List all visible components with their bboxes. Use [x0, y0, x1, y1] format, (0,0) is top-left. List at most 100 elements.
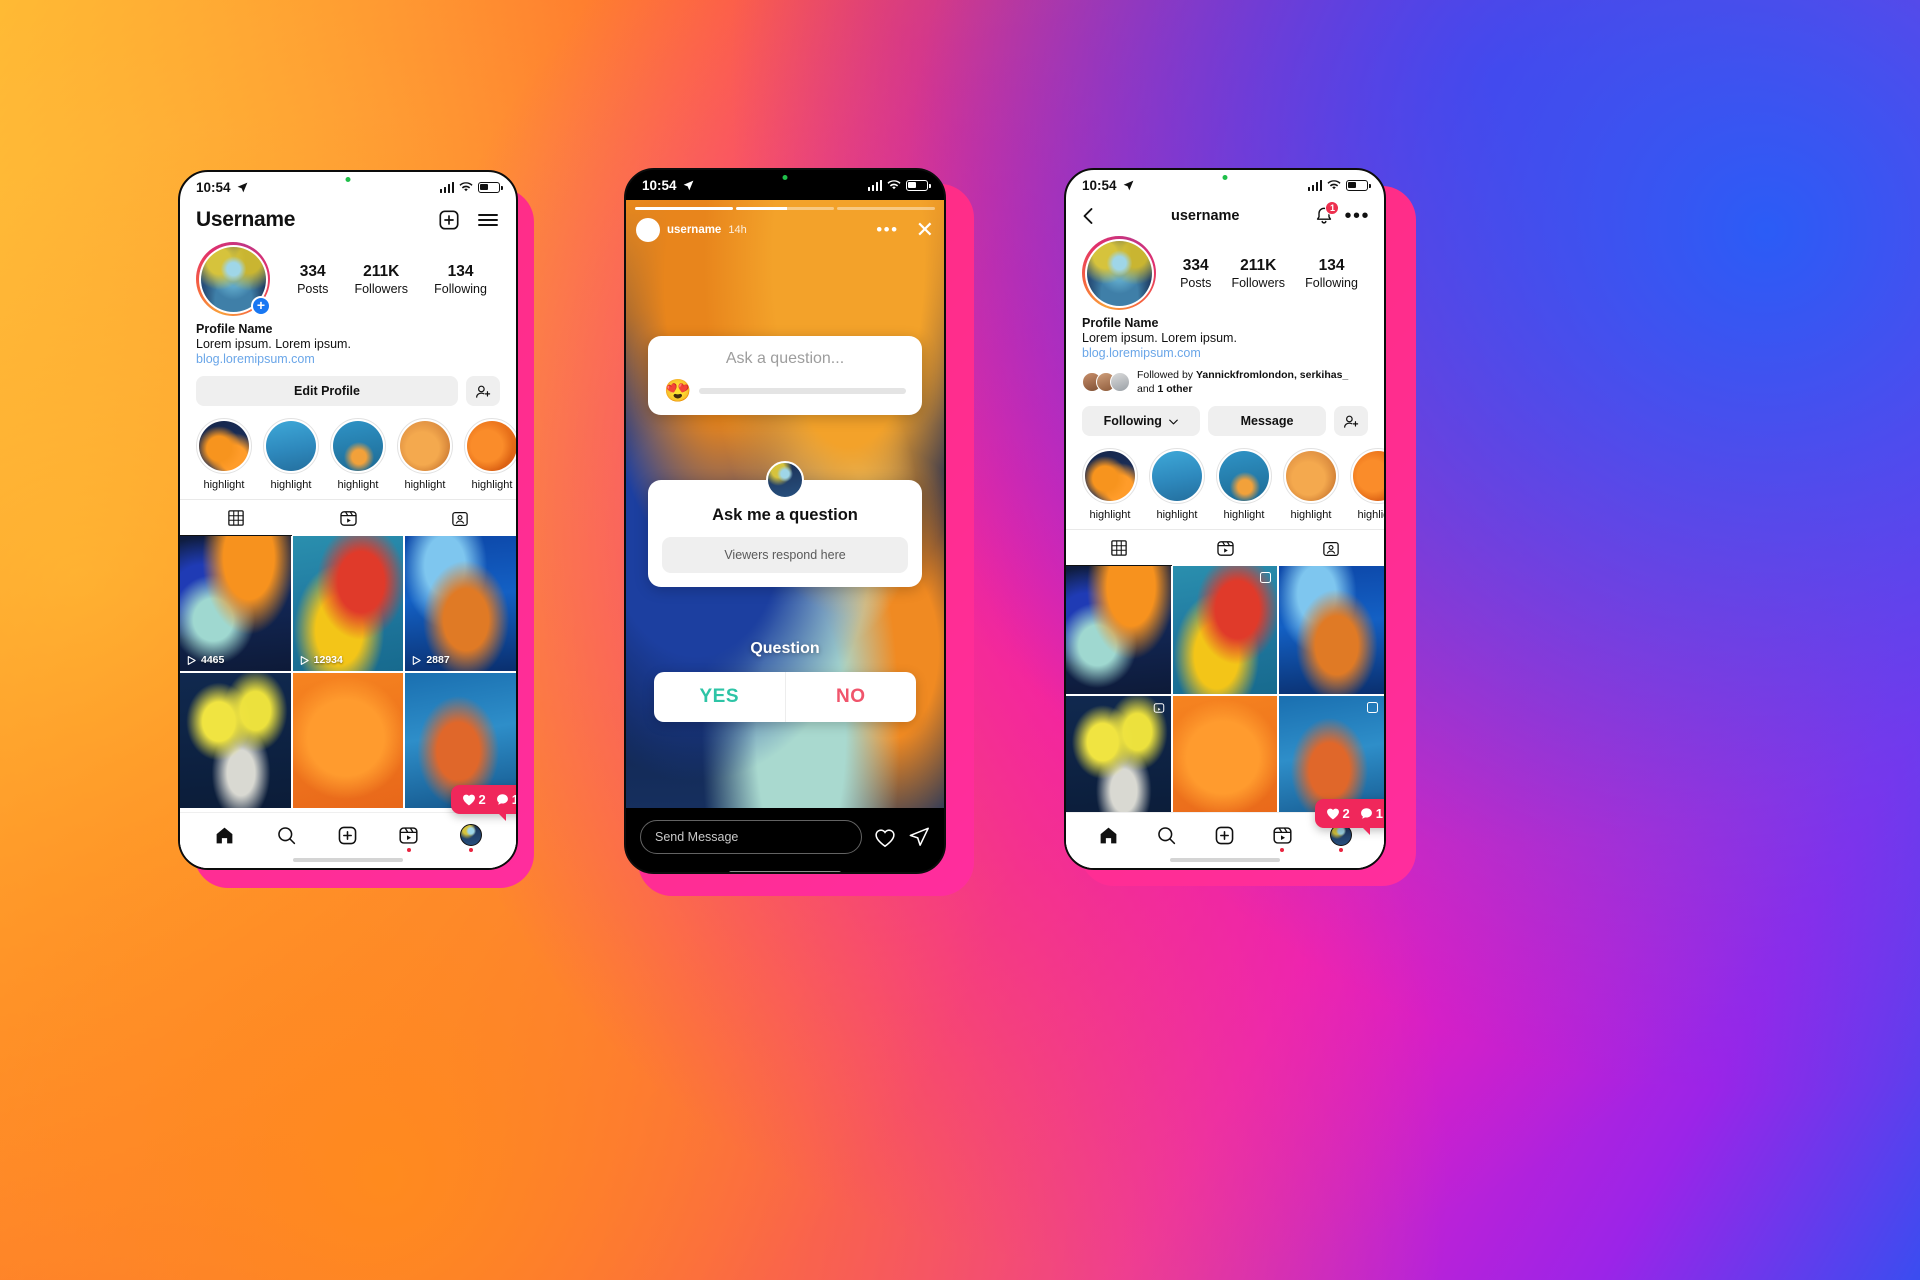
nav-search[interactable]	[1156, 825, 1177, 846]
camera-dot-icon	[782, 175, 788, 180]
story-username[interactable]: username	[667, 224, 721, 236]
grid-post[interactable]: 4465	[180, 536, 291, 671]
poll-option-no[interactable]: NO	[786, 672, 917, 722]
tab-tagged[interactable]	[1278, 530, 1384, 566]
highlight-item[interactable]: highlight	[263, 418, 319, 491]
highlight-item[interactable]: highlight	[464, 418, 516, 491]
more-options-icon[interactable]: •••	[1344, 206, 1370, 226]
location-arrow-icon	[683, 180, 693, 190]
stat-following[interactable]: 134 Following	[1305, 257, 1358, 290]
highlight-cover	[1219, 451, 1269, 502]
stat-followers[interactable]: 211K Followers	[354, 263, 408, 296]
slider-emoji-icon[interactable]: 😍	[664, 380, 691, 402]
stat-posts[interactable]: 334 Posts	[1180, 257, 1211, 290]
notification-dot	[1338, 848, 1343, 852]
notifications-button[interactable]: 1	[1314, 201, 1340, 226]
followed-by-names: Yannickfromlondon, serkihas_	[1195, 369, 1349, 381]
stat-posts[interactable]: 334 Posts	[297, 263, 328, 296]
tab-tagged[interactable]	[404, 500, 516, 536]
stat-followers[interactable]: 211K Followers	[1231, 257, 1285, 290]
send-message-input[interactable]: Send Message	[640, 820, 862, 854]
nav-home[interactable]	[1098, 825, 1119, 846]
poll-sticker: Question YES NO	[654, 640, 916, 722]
tab-reels[interactable]	[1172, 530, 1278, 566]
grid-post[interactable]: 2887	[405, 536, 516, 671]
question-sticker[interactable]: Ask me a question Viewers respond here	[648, 461, 922, 587]
nav-home[interactable]	[214, 825, 235, 846]
followed-by-count: 1 other	[1157, 383, 1193, 396]
message-button[interactable]: Message	[1208, 406, 1326, 437]
carousel-icon	[1366, 702, 1378, 714]
grid-post[interactable]	[1172, 566, 1278, 695]
nav-create[interactable]	[1214, 825, 1235, 846]
stat-value: 334	[299, 262, 326, 280]
grid-post[interactable]	[1279, 566, 1384, 695]
likes-value: 2	[1342, 805, 1350, 821]
play-count-value: 4465	[201, 654, 225, 666]
grid-post[interactable]: 12934	[292, 536, 404, 672]
highlight-item[interactable]: highlight	[1283, 448, 1339, 521]
poll-question: Question	[750, 640, 820, 657]
comments-value: 1	[512, 792, 516, 807]
grid-post[interactable]	[180, 673, 291, 809]
highlight-item[interactable]: highlight	[196, 418, 252, 491]
share-icon[interactable]	[908, 826, 930, 848]
play-count: 2887	[411, 654, 450, 666]
tab-reels[interactable]	[292, 500, 404, 536]
grid-post[interactable]	[1066, 566, 1171, 695]
back-chevron-icon[interactable]	[1080, 207, 1096, 225]
add-story-badge[interactable]: +	[251, 296, 271, 316]
tab-grid[interactable]	[180, 500, 292, 536]
tagged-icon	[452, 511, 468, 526]
grid-post[interactable]	[292, 673, 404, 809]
highlight-label: highlight	[1357, 509, 1385, 522]
heart-icon[interactable]	[874, 827, 896, 848]
highlight-item[interactable]: highlight	[1149, 448, 1205, 521]
highlight-cover	[1152, 451, 1202, 502]
nav-create[interactable]	[337, 825, 358, 846]
poll-option-yes[interactable]: YES	[654, 672, 786, 722]
likes-count: 2	[462, 792, 486, 807]
following-button[interactable]: Following	[1082, 406, 1200, 437]
stat-label: Following	[434, 281, 487, 296]
avatar[interactable]	[1082, 236, 1156, 310]
add-person-button[interactable]	[1334, 406, 1368, 437]
tab-grid[interactable]	[1066, 530, 1172, 567]
highlight-item[interactable]: highlight	[1350, 448, 1384, 521]
add-person-button[interactable]	[466, 376, 500, 406]
nav-reels[interactable]	[1272, 825, 1293, 852]
nav-search[interactable]	[276, 825, 297, 846]
phone-screen-other-profile: 10:54 username 1 ••• 334 Posts 211K Foll…	[1064, 168, 1386, 870]
question-slider-sticker[interactable]: Ask a question... 😍	[648, 336, 922, 415]
highlight-item[interactable]: highlight	[330, 418, 386, 491]
posts-grid: 2 1	[1066, 566, 1384, 835]
grid-post[interactable]	[1066, 696, 1171, 824]
stat-following[interactable]: 134 Following	[434, 263, 487, 296]
nav-reels[interactable]	[398, 825, 419, 852]
battery-icon	[478, 181, 503, 193]
profile-link[interactable]: blog.loremipsum.com	[196, 352, 500, 366]
highlight-item[interactable]: highlight	[1216, 448, 1272, 521]
battery-icon	[906, 179, 931, 191]
edit-profile-button[interactable]: Edit Profile	[196, 376, 458, 406]
nav-profile[interactable]	[459, 824, 482, 852]
followed-by-row[interactable]: Followed by Yannickfromlondon, serkihas_…	[1066, 360, 1384, 396]
profile-name: Profile Name	[1082, 316, 1159, 330]
highlight-item[interactable]: highlight	[1082, 448, 1138, 521]
create-icon	[338, 826, 357, 844]
grid-icon	[228, 510, 244, 526]
avatar	[1110, 372, 1130, 393]
story-author-avatar[interactable]	[636, 217, 660, 242]
profile-link[interactable]: blog.loremipsum.com	[1082, 346, 1368, 360]
add-post-icon[interactable]	[438, 209, 460, 231]
more-options-icon[interactable]: •••	[876, 221, 898, 238]
highlight-item[interactable]: highlight	[397, 418, 453, 491]
close-icon[interactable]: ✕	[916, 218, 934, 240]
hamburger-menu-icon[interactable]	[476, 210, 500, 230]
question-response-input[interactable]: Viewers respond here	[662, 537, 908, 573]
heart-icon	[1326, 808, 1339, 820]
avatar[interactable]: +	[196, 242, 271, 316]
progress-segment	[635, 207, 733, 210]
grid-post[interactable]	[1172, 696, 1278, 824]
emoji-slider[interactable]	[699, 388, 906, 394]
